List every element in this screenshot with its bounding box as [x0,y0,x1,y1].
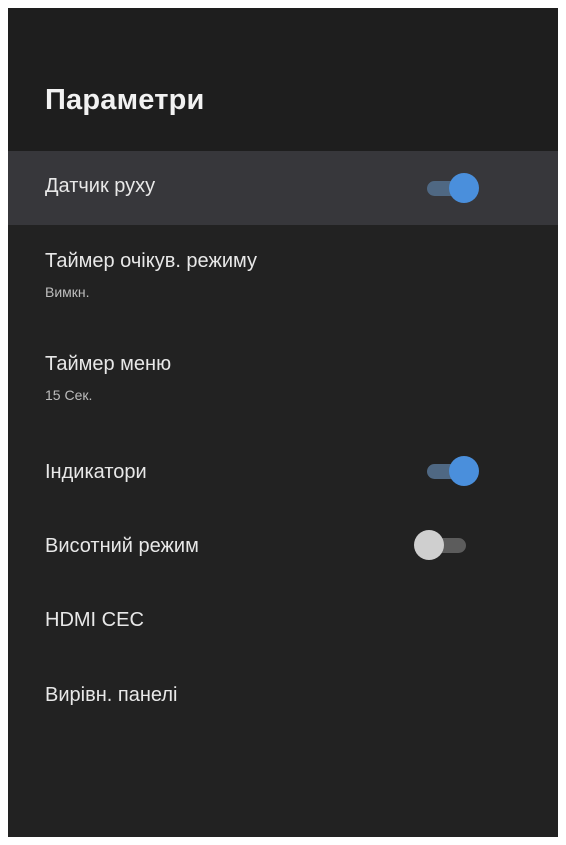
menu-item-label: Індикатори [45,461,147,483]
menu-item-value: Вимкн. [45,284,90,300]
toggle-thumb [449,456,479,486]
settings-screen: Параметри Датчик руху Таймер очікув. реж… [8,8,558,837]
menu-item-hdmi-cec[interactable]: HDMI CEC [8,592,558,650]
altitude-mode-toggle[interactable] [414,529,474,561]
page-title: Параметри [45,84,205,116]
menu-item-label: Таймер очікув. режиму [45,250,257,272]
menu-item-altitude-mode[interactable]: Висотний режим [8,517,558,575]
menu-item-indicators[interactable]: Індикатори [8,443,558,501]
motion-sensor-toggle[interactable] [423,172,483,204]
menu-item-label: Вирівн. панелі [45,684,178,706]
menu-item-value: 15 Сек. [45,387,93,403]
menu-item-motion-sensor[interactable]: Датчик руху [8,151,558,225]
header: Параметри [8,8,558,151]
menu-item-label: Висотний режим [45,535,199,557]
menu-item-label: Датчик руху [45,175,156,197]
toggle-thumb [449,173,479,203]
menu-item-label: HDMI CEC [45,609,144,631]
menu-item-label: Таймер меню [45,353,172,375]
indicators-toggle[interactable] [423,455,483,487]
toggle-thumb [414,530,444,560]
menu-item-menu-timer[interactable]: Таймер меню 15 Сек. [8,344,558,420]
menu-item-panel-alignment[interactable]: Вирівн. панелі [8,667,558,725]
menu-item-standby-timer[interactable]: Таймер очікув. режиму Вимкн. [8,241,558,317]
